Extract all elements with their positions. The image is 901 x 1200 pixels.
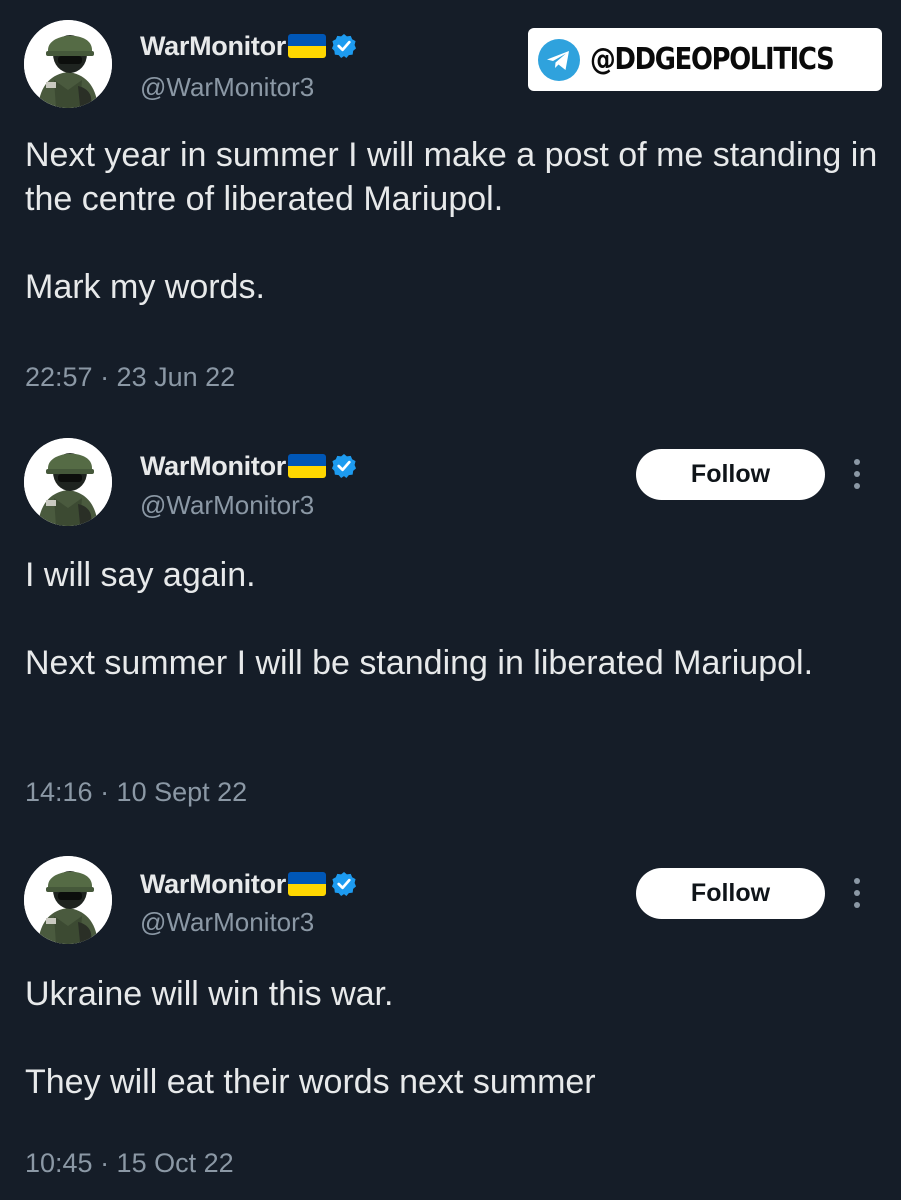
display-name[interactable]: WarMonitor [140, 31, 286, 62]
display-name[interactable]: WarMonitor [140, 451, 286, 482]
display-name[interactable]: WarMonitor [140, 869, 286, 900]
avatar[interactable] [24, 856, 112, 944]
user-handle[interactable]: @WarMonitor3 [140, 490, 314, 521]
tweet-timestamp[interactable]: 22:57 · 23 Jun 22 [25, 362, 235, 393]
watermark-text: @DDGEOPOLITICS [590, 42, 835, 77]
avatar[interactable] [24, 20, 112, 108]
verified-badge-icon [330, 870, 358, 898]
author-name-row: WarMonitor [140, 29, 358, 63]
tweet-timestamp[interactable]: 14:16 · 10 Sept 22 [25, 777, 247, 808]
ukraine-flag-icon [287, 872, 326, 896]
tweet-timestamp[interactable]: 10:45 · 15 Oct 22 [25, 1148, 234, 1179]
tweet-text: I will say again. Next summer I will be … [25, 556, 814, 682]
author-name-row: WarMonitor [140, 449, 358, 483]
verified-badge-icon [330, 452, 358, 480]
telegram-icon [538, 38, 580, 81]
verified-badge-icon [330, 32, 358, 60]
watermark-badge: @DDGEOPOLITICS [528, 28, 882, 91]
more-options-icon[interactable] [845, 454, 869, 494]
tweet-text: Ukraine will win this war. They will eat… [25, 975, 596, 1101]
user-handle[interactable]: @WarMonitor3 [140, 72, 314, 103]
follow-button[interactable]: Follow [636, 449, 825, 500]
follow-button[interactable]: Follow [636, 868, 825, 919]
ukraine-flag-icon [287, 34, 326, 58]
avatar[interactable] [24, 438, 112, 526]
user-handle[interactable]: @WarMonitor3 [140, 907, 314, 938]
more-options-icon[interactable] [845, 873, 869, 913]
author-name-row: WarMonitor [140, 867, 358, 901]
tweet-text: Next year in summer I will make a post o… [25, 136, 878, 306]
ukraine-flag-icon [287, 454, 326, 478]
